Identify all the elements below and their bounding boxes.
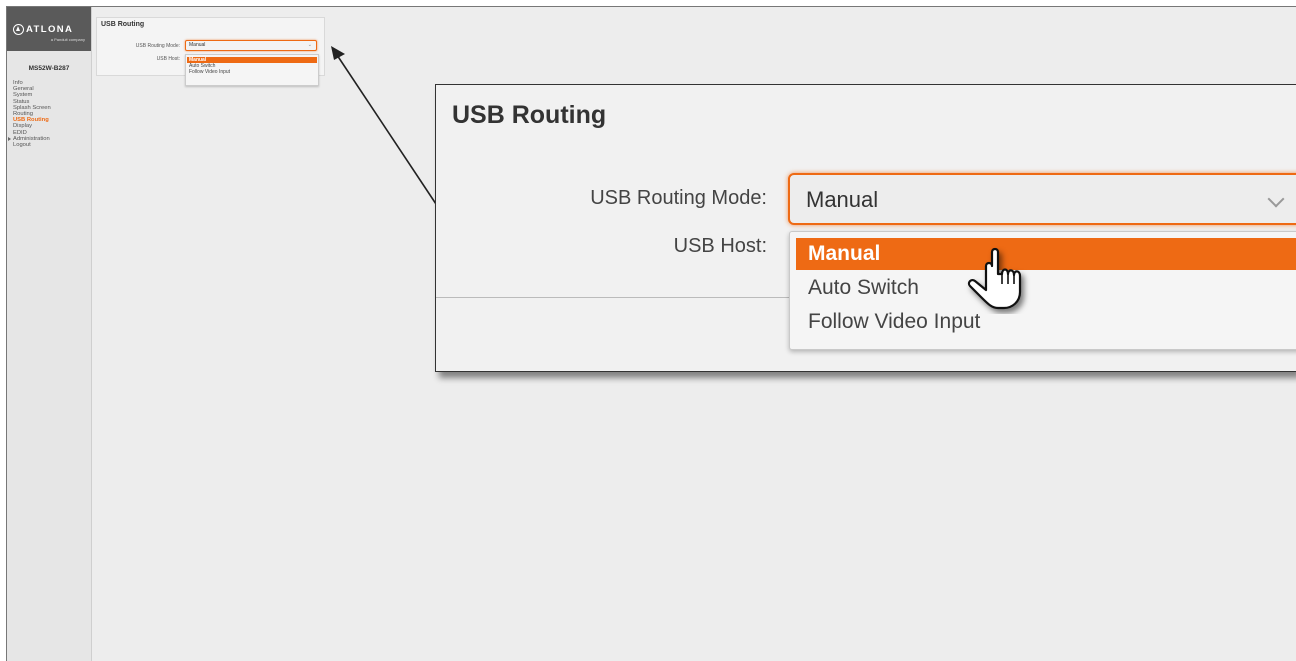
zoomed-option-manual[interactable]: Manual xyxy=(796,238,1296,270)
zoomed-panel: USB Routing USB Routing Mode: USB Host: … xyxy=(435,84,1296,372)
zoomed-selected-value: Manual xyxy=(806,187,879,212)
zoomed-usb-routing-mode-select[interactable]: Manual xyxy=(788,173,1296,225)
hand-pointer-icon xyxy=(967,247,1022,310)
zoomed-options-list: Manual Auto Switch Follow Video Input xyxy=(789,231,1296,350)
zoomed-option-follow-video-input[interactable]: Follow Video Input xyxy=(796,306,1296,338)
zoomed-usb-routing-mode-label: USB Routing Mode: xyxy=(590,187,767,209)
chevron-down-icon xyxy=(1267,190,1285,208)
zoomed-usb-host-label: USB Host: xyxy=(673,235,767,257)
zoomed-panel-title: USB Routing xyxy=(452,101,607,129)
zoomed-option-auto-switch[interactable]: Auto Switch xyxy=(796,272,1296,304)
